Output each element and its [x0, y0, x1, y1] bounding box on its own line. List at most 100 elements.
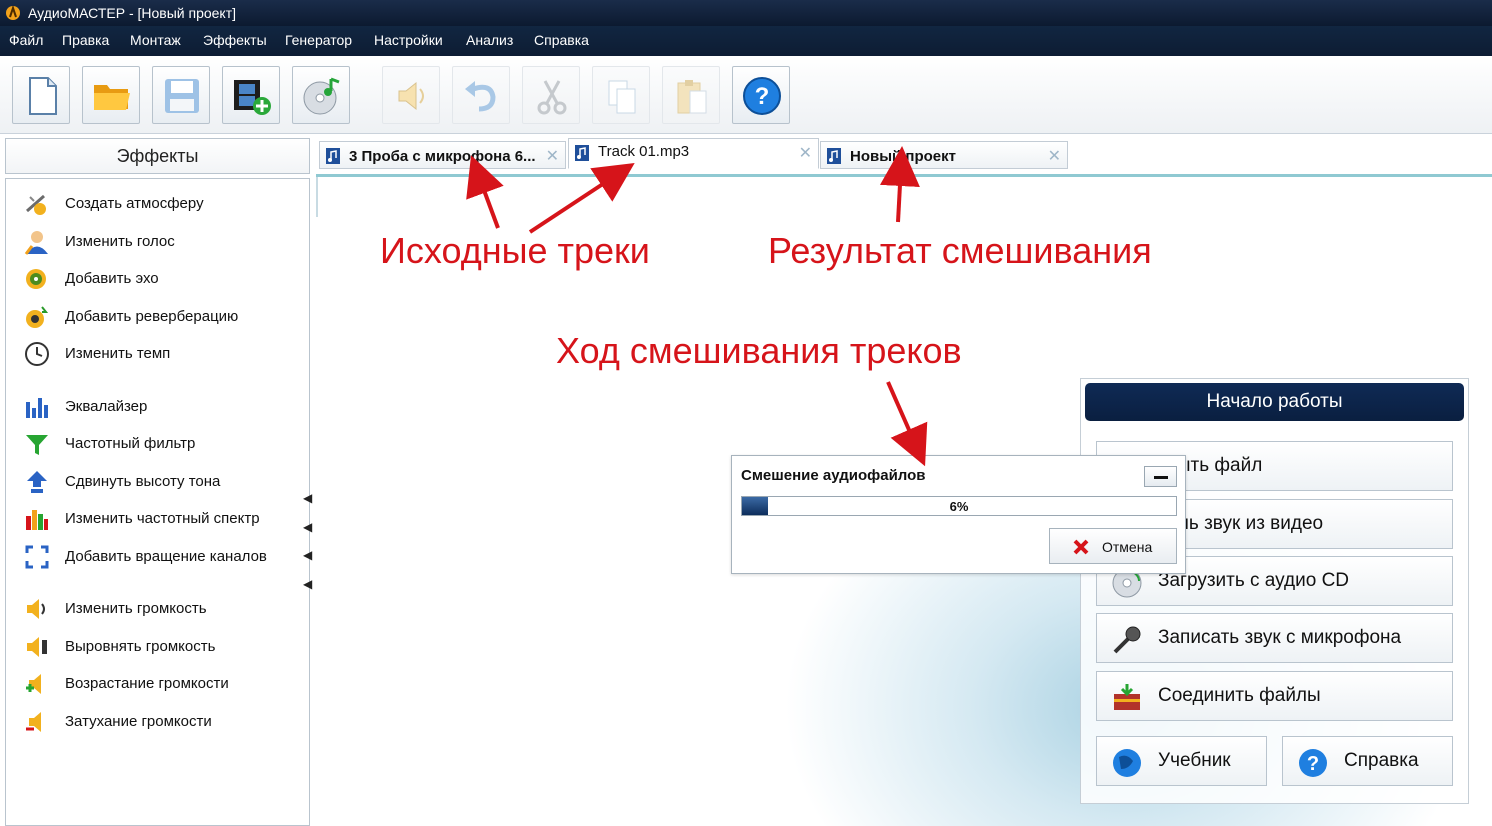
- start-button-label: Загрузить с аудио CD: [1158, 570, 1350, 591]
- save-disk-icon: [165, 79, 199, 113]
- voice-icon: [24, 231, 48, 255]
- collapse-arrow-icon[interactable]: ◀: [303, 491, 312, 505]
- effect-label: Сдвинуть высоту тона: [65, 473, 221, 490]
- effect-fade-in[interactable]: Возрастание громкости: [24, 669, 314, 697]
- effect-add-echo[interactable]: Добавить эхо: [24, 264, 314, 292]
- effect-label: Создать атмосферу: [65, 195, 204, 212]
- scissors-icon: [537, 80, 567, 115]
- toolbar: ?: [0, 56, 1492, 134]
- mix-progress-bar: 6%: [741, 496, 1177, 516]
- fade-in-icon: [26, 674, 41, 694]
- callout-source-tracks: Исходные треки: [362, 224, 668, 280]
- effect-label: Изменить темп: [65, 345, 171, 362]
- svg-text:?: ?: [1307, 753, 1319, 775]
- menu-analysis[interactable]: Анализ: [466, 32, 513, 48]
- close-icon[interactable]: ✕: [1048, 146, 1061, 166]
- effect-change-tempo[interactable]: Изменить темп: [24, 339, 314, 367]
- reverb-icon: [26, 306, 49, 328]
- fade-out-icon: [26, 712, 41, 732]
- help-start-button[interactable]: ? Справка: [1282, 736, 1453, 786]
- menu-settings[interactable]: Настройки: [374, 32, 443, 48]
- join-files-button[interactable]: Соединить файлы: [1096, 671, 1453, 721]
- menu-edit[interactable]: Правка: [62, 32, 109, 48]
- effects-panel: Создать атмосферу Изменить голос Добавит…: [5, 178, 312, 826]
- effect-add-reverb[interactable]: Добавить реверберацию: [24, 302, 314, 330]
- volume-icon: [27, 599, 45, 619]
- menu-montage[interactable]: Монтаж: [130, 32, 181, 48]
- svg-text:?: ?: [755, 83, 770, 110]
- effect-fade-out[interactable]: Затухание громкости: [24, 707, 314, 735]
- speaker-icon: [398, 81, 424, 111]
- tab-new-project[interactable]: Новый проект ✕: [820, 141, 1068, 169]
- save-button[interactable]: [152, 66, 210, 124]
- tab-label: 3 Проба с микрофона 6...: [349, 148, 536, 165]
- close-icon[interactable]: ✕: [799, 143, 812, 163]
- dialog-title: Смешение аудиофайлов: [741, 467, 926, 484]
- tab-underline: [316, 174, 1492, 177]
- effects-panel-header: Эффекты: [5, 138, 310, 174]
- close-icon: [1073, 539, 1089, 555]
- cancel-button[interactable]: Отмена: [1049, 528, 1177, 564]
- audio-file-icon: [827, 148, 841, 164]
- window-title: АудиоМАСТЕР - [Новый проект]: [28, 5, 237, 21]
- echo-icon: [26, 269, 46, 289]
- menu-effects[interactable]: Эффекты: [203, 32, 267, 48]
- effect-pitch-shift[interactable]: Сдвинуть высоту тона: [24, 467, 314, 495]
- menu-help[interactable]: Справка: [534, 32, 589, 48]
- normalize-icon: [27, 637, 47, 657]
- effect-frequency-filter[interactable]: Частотный фильтр: [24, 429, 314, 457]
- workspace-divider: [316, 177, 318, 217]
- sound-button[interactable]: [382, 66, 440, 124]
- effect-change-voice[interactable]: Изменить голос: [24, 227, 314, 255]
- atmosphere-icon: [26, 194, 46, 215]
- progress-percent: 6%: [949, 499, 969, 514]
- effect-label: Изменить частотный спектр: [65, 510, 260, 527]
- cd-button[interactable]: [292, 66, 350, 124]
- menu-generator[interactable]: Генератор: [285, 32, 352, 48]
- effect-label: Добавить вращение каналов: [65, 548, 267, 565]
- tutorial-button[interactable]: Учебник: [1096, 736, 1267, 786]
- effect-change-spectrum[interactable]: Изменить частотный спектр: [24, 504, 314, 532]
- start-panel-header: Начало работы: [1085, 383, 1464, 421]
- clock-icon: [25, 342, 49, 366]
- start-panel: Начало работы крыть файл лечь звук из ви…: [1080, 378, 1469, 804]
- help-icon: ?: [1299, 749, 1327, 777]
- new-document-icon: [29, 77, 57, 115]
- minimize-button[interactable]: [1144, 466, 1177, 487]
- tab-source-track-2[interactable]: Track 01.mp3 ✕: [568, 138, 819, 169]
- effect-create-atmosphere[interactable]: Создать атмосферу: [24, 189, 314, 217]
- close-icon[interactable]: ✕: [546, 146, 559, 166]
- copy-icon: [608, 80, 636, 114]
- start-button-label: Справка: [1344, 750, 1419, 771]
- new-file-button[interactable]: [12, 66, 70, 124]
- title-bar: АудиоМАСТЕР - [Новый проект]: [0, 0, 1492, 26]
- record-microphone-button[interactable]: Записать звук с микрофона: [1096, 613, 1453, 663]
- callout-mix-result: Результат смешивания: [750, 224, 1170, 280]
- cut-button[interactable]: [522, 66, 580, 124]
- tab-label: Новый проект: [850, 148, 956, 165]
- effect-equalizer[interactable]: Эквалайзер: [24, 392, 314, 420]
- open-button[interactable]: [82, 66, 140, 124]
- start-button-label: Учебник: [1158, 750, 1231, 771]
- paste-button[interactable]: [662, 66, 720, 124]
- effect-label: Добавить эхо: [65, 270, 159, 287]
- copy-button[interactable]: [592, 66, 650, 124]
- undo-button[interactable]: [452, 66, 510, 124]
- effect-normalize-volume[interactable]: Выровнять громкость: [24, 632, 314, 660]
- collapse-arrow-icon[interactable]: ◀: [303, 520, 312, 534]
- undo-icon: [465, 81, 496, 112]
- mix-progress-dialog: Смешение аудиофайлов 6% Отмена: [731, 455, 1186, 574]
- effect-change-volume[interactable]: Изменить громкость: [24, 594, 314, 622]
- funnel-icon: [26, 435, 48, 455]
- collapse-arrow-icon[interactable]: ◀: [303, 548, 312, 562]
- menu-file[interactable]: Файл: [9, 32, 43, 48]
- pitch-icon: [27, 471, 47, 493]
- collapse-arrow-icon[interactable]: ◀: [303, 577, 312, 591]
- help-button[interactable]: ?: [732, 66, 790, 124]
- audio-file-icon: [326, 148, 340, 164]
- effect-channel-rotation[interactable]: Добавить вращение каналов: [24, 542, 314, 570]
- tab-source-track-1[interactable]: 3 Проба с микрофона 6... ✕: [319, 141, 566, 169]
- folder-icon: [94, 85, 130, 110]
- effect-label: Изменить громкость: [65, 600, 207, 617]
- add-video-button[interactable]: [222, 66, 280, 124]
